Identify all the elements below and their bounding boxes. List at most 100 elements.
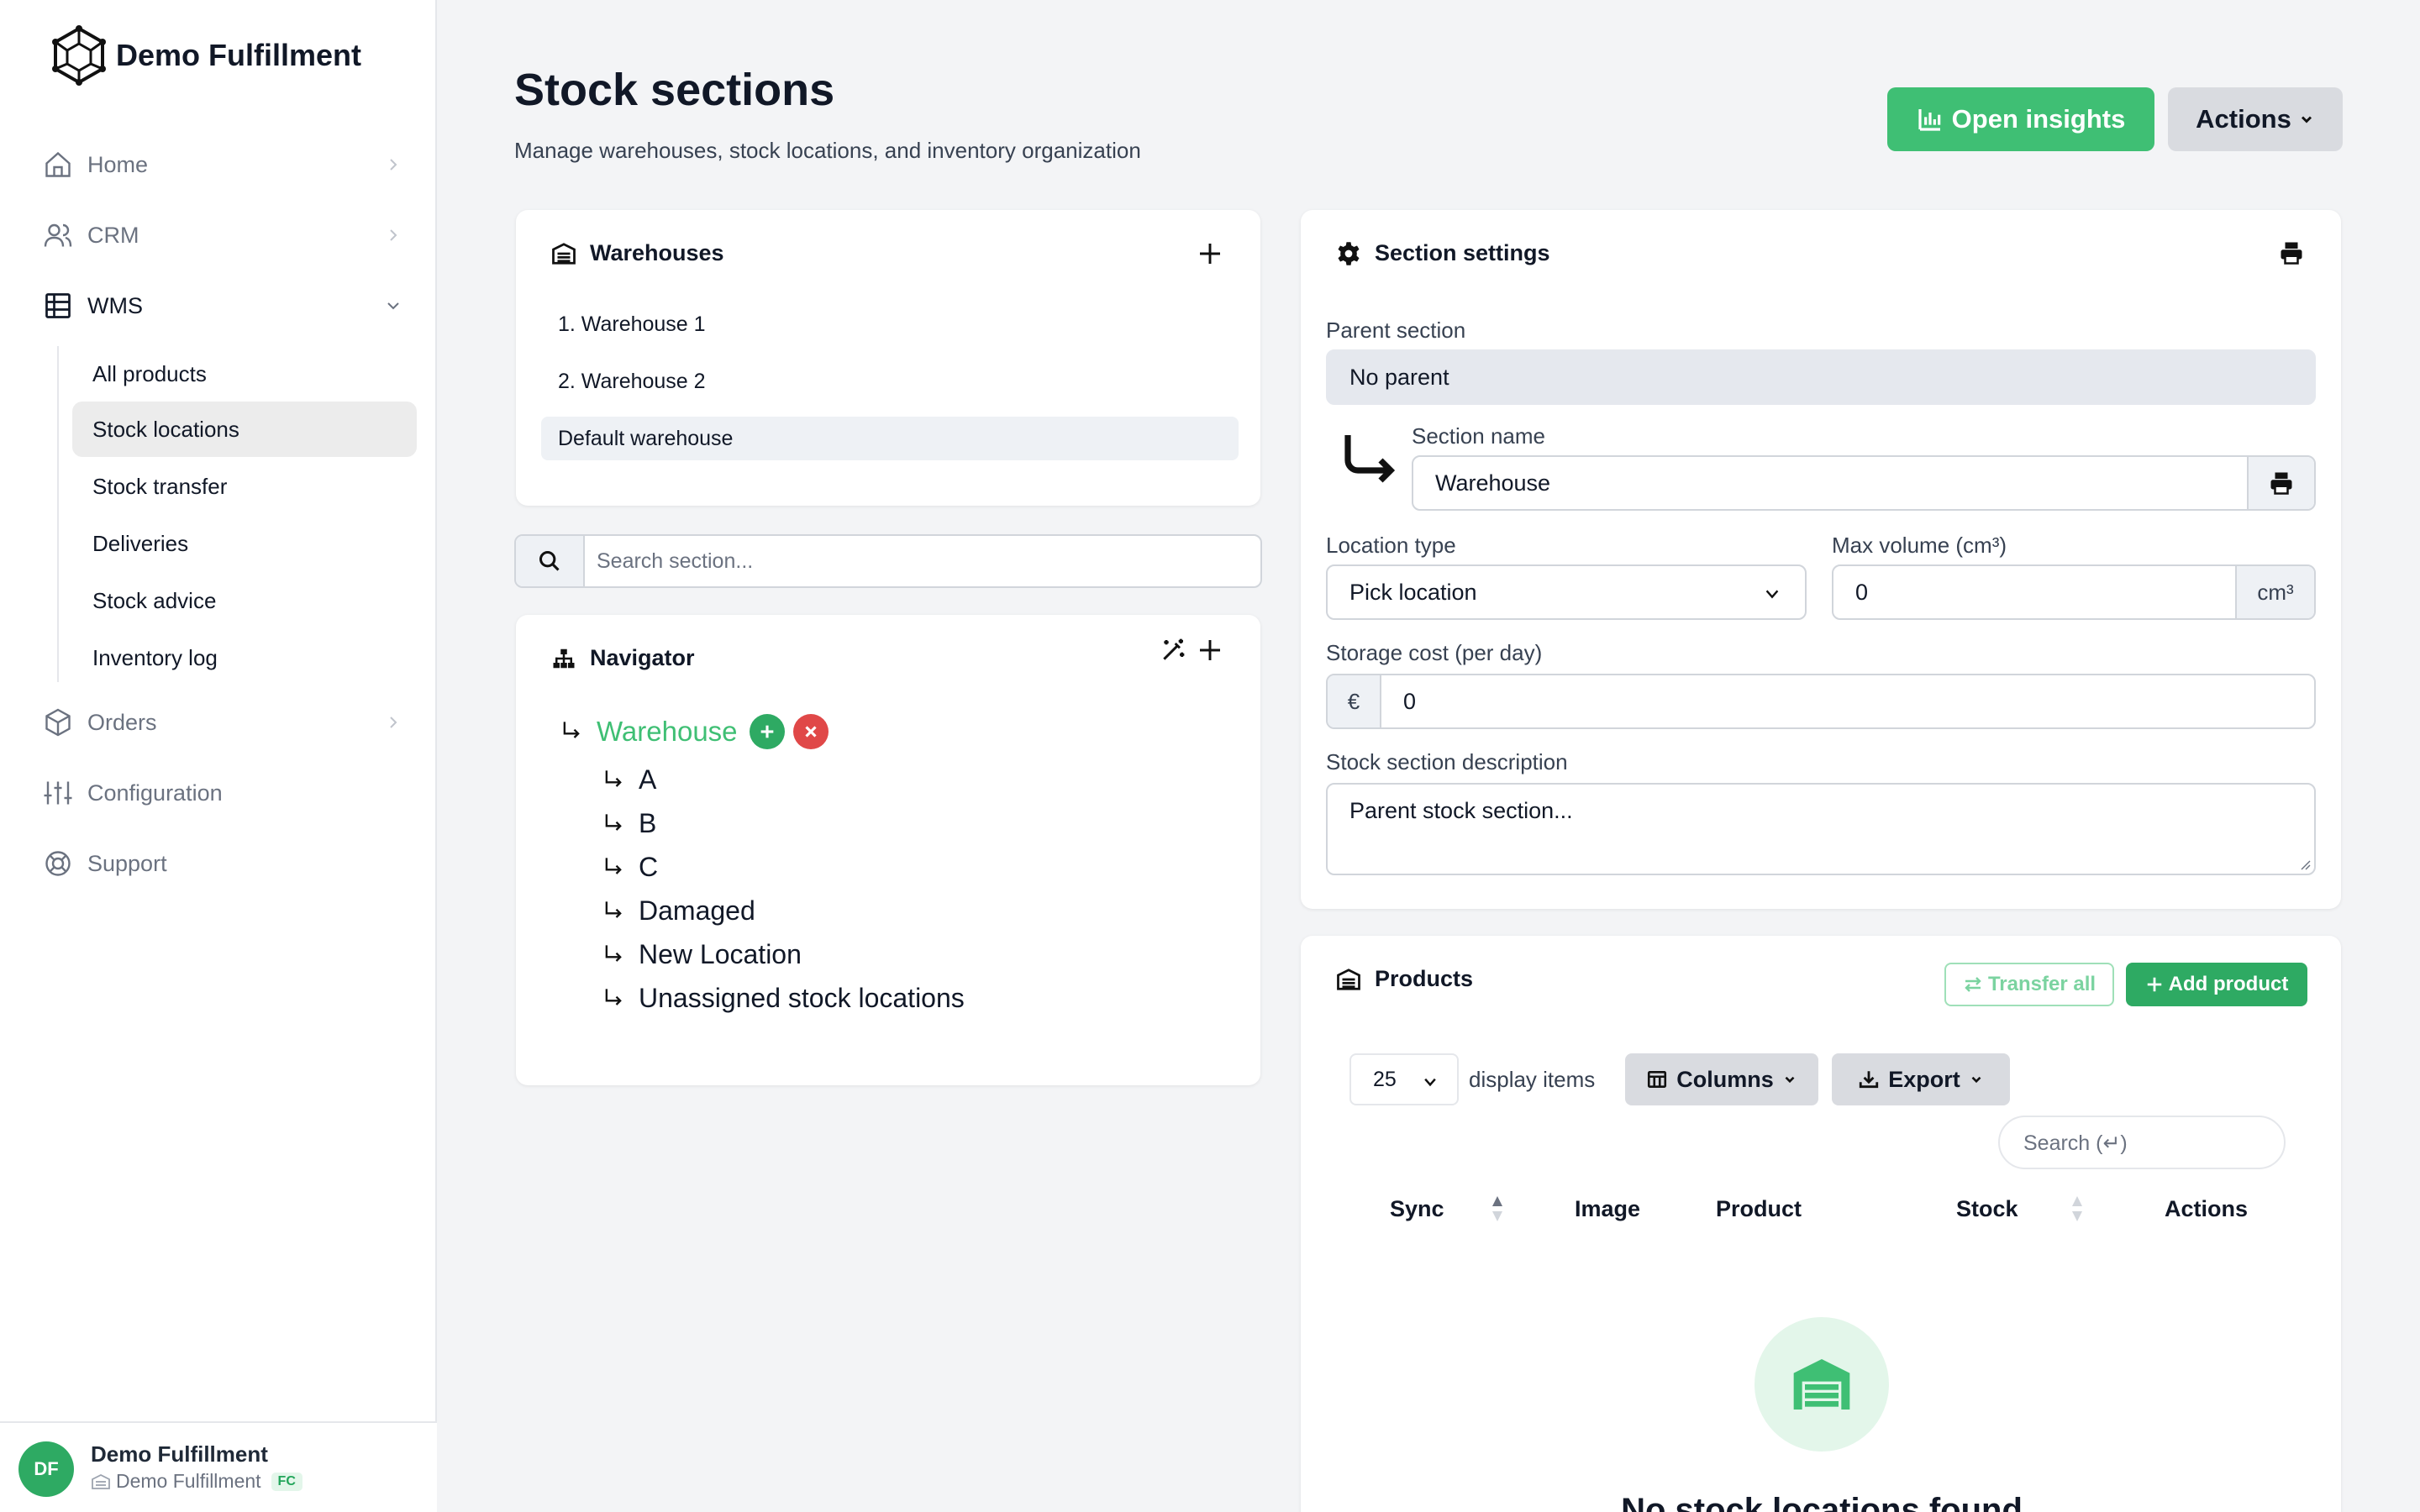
nav-orders-label: Orders (87, 709, 157, 735)
search-icon (539, 550, 560, 571)
magic-wand-icon[interactable] (1160, 637, 1186, 664)
column-header-product[interactable]: Product (1716, 1196, 1802, 1222)
nav-crm[interactable]: CRM (42, 210, 403, 260)
products-header: Products (1336, 966, 1473, 992)
transfer-all-button[interactable]: Transfer all (1944, 963, 2114, 1006)
sidebar-item-stock-advice[interactable]: Stock advice (72, 573, 417, 628)
section-name-label: Section name (1412, 423, 1545, 449)
warehouse-icon (92, 1473, 110, 1489)
tree-node[interactable]: A (602, 764, 656, 795)
columns-icon (1648, 1071, 1667, 1088)
export-button[interactable]: Export (1832, 1053, 2010, 1105)
chevron-right-icon (390, 229, 397, 241)
nav-wms[interactable]: WMS (42, 281, 403, 331)
sort-icon[interactable] (2070, 1194, 2084, 1223)
warehouses-card: Warehouses 1. Warehouse 1 2. Warehouse 2… (516, 210, 1260, 506)
app-logo[interactable]: Demo Fulfillment (49, 22, 361, 89)
print-label-button[interactable] (2247, 457, 2314, 509)
max-volume-label: Max volume (cm³) (1832, 533, 2007, 558)
products-card: Products Transfer all Add product 25 dis… (1301, 936, 2341, 1512)
sort-icon[interactable] (1491, 1194, 1504, 1223)
navigator-header: Navigator (551, 645, 695, 671)
display-items-label: display items (1469, 1067, 1596, 1092)
nav-configuration-label: Configuration (87, 780, 223, 806)
nav-support[interactable]: Support (42, 838, 403, 889)
open-insights-label: Open insights (1951, 104, 2126, 134)
user-org-name: Demo Fulfillment (116, 1470, 261, 1492)
sidebar-item-all-products[interactable]: All products (72, 346, 417, 402)
tree-node-label: C (639, 852, 659, 882)
open-insights-button[interactable]: Open insights (1887, 87, 2154, 151)
branch-arrow-icon (605, 944, 622, 962)
tree-node-label: A (639, 764, 657, 795)
tree-node-label: New Location (639, 939, 802, 969)
tree-node[interactable]: C (602, 852, 658, 883)
add-product-button[interactable]: Add product (2126, 963, 2307, 1006)
sidebar-item-stock-transfer[interactable]: Stock transfer (72, 459, 417, 514)
avatar: DF (18, 1441, 74, 1497)
per-page-value: 25 (1373, 1067, 1397, 1091)
close-icon (804, 726, 817, 738)
description-textarea[interactable]: Parent stock section... (1326, 783, 2316, 875)
nav-home[interactable]: Home (42, 139, 403, 190)
chevron-down-icon (1765, 590, 1779, 599)
chevron-down-icon (1424, 1078, 1436, 1087)
tree-node-label: Unassigned stock locations (639, 983, 965, 1013)
home-icon (45, 151, 71, 177)
nav-orders[interactable]: Orders (42, 697, 403, 748)
location-type-select[interactable]: Pick location (1326, 564, 1807, 620)
section-search-input[interactable] (597, 544, 1235, 578)
branch-arrow-icon (605, 900, 622, 918)
nav-support-label: Support (87, 850, 167, 876)
warehouses-header: Warehouses (551, 240, 724, 266)
navigator-card: Navigator Warehouse A B C Damaged New Lo… (516, 615, 1260, 1085)
currency-addon: € (1328, 675, 1381, 727)
volume-unit: cm³ (2235, 566, 2314, 618)
column-header-stock[interactable]: Stock (1956, 1196, 2018, 1222)
tree-node-root[interactable]: Warehouse (560, 714, 829, 749)
tree-node[interactable]: New Location (602, 939, 802, 970)
bar-chart-icon (1918, 109, 1940, 131)
navigator-title: Navigator (590, 645, 695, 670)
warehouse-item[interactable]: 2. Warehouse 2 (541, 360, 1239, 403)
warehouse-icon (1793, 1359, 1850, 1410)
warehouse-item-default[interactable]: Default warehouse (541, 417, 1239, 460)
add-warehouse-icon[interactable] (1197, 240, 1223, 267)
columns-button[interactable]: Columns (1625, 1053, 1818, 1105)
app-name: Demo Fulfillment (116, 38, 362, 72)
page-title: Stock sections (514, 65, 835, 115)
delete-section-button[interactable] (792, 714, 829, 749)
user-profile[interactable]: DF Demo Fulfillment Demo Fulfillment FC (0, 1421, 437, 1512)
print-icon[interactable] (2279, 240, 2304, 265)
product-search-input[interactable] (2023, 1127, 2267, 1159)
tree-node[interactable]: Unassigned stock locations (602, 983, 965, 1014)
sidebar-item-deliveries[interactable]: Deliveries (72, 516, 417, 571)
nav-home-label: Home (87, 151, 149, 177)
search-button[interactable] (516, 536, 585, 586)
nav-configuration[interactable]: Configuration (42, 768, 403, 818)
nav-crm-label: CRM (87, 222, 139, 248)
tree-node[interactable]: B (602, 808, 656, 839)
per-page-select[interactable]: 25 (1349, 1053, 1459, 1105)
add-child-button[interactable] (749, 714, 785, 749)
tree-root-label: Warehouse (597, 716, 738, 747)
sidebar-item-inventory-log[interactable]: Inventory log (72, 630, 417, 685)
max-volume-value: 0 (1855, 579, 1869, 605)
tree-node[interactable]: Damaged (602, 895, 755, 927)
actions-button[interactable]: Actions (2168, 87, 2343, 151)
warehouse-icon (1337, 968, 1360, 990)
max-volume-input[interactable]: 0 cm³ (1832, 564, 2316, 620)
storage-cost-label: Storage cost (per day) (1326, 640, 1543, 665)
column-header-sync[interactable]: Sync (1390, 1196, 1444, 1222)
resize-handle-icon[interactable] (2297, 857, 2311, 870)
branch-arrow-icon (563, 722, 580, 738)
parent-section-select[interactable]: No parent (1326, 349, 2316, 405)
submenu-guide (57, 346, 59, 682)
section-name-input[interactable]: Warehouse (1412, 455, 2316, 511)
plus-icon (760, 725, 773, 738)
section-name-value: Warehouse (1435, 470, 1551, 496)
add-section-icon[interactable] (1197, 637, 1223, 664)
storage-cost-input[interactable]: € 0 (1326, 674, 2316, 729)
sidebar-item-stock-locations[interactable]: Stock locations (72, 402, 417, 457)
warehouse-item[interactable]: 1. Warehouse 1 (541, 302, 1239, 346)
